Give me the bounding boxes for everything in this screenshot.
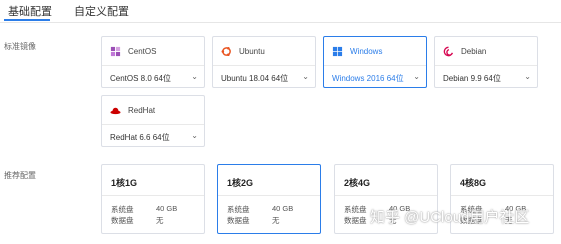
chevron-down-icon[interactable]: ⌄: [413, 72, 420, 81]
watermark: 知乎 @UCloud用户社区: [370, 209, 530, 226]
system-disk-label: 系统盘: [344, 205, 367, 214]
divider: [435, 65, 537, 66]
spec-title: 1核1G: [111, 178, 138, 188]
spec-card-1c2g[interactable]: 1核2G 系统盘 40 GB 数据盘 无: [217, 164, 321, 234]
os-name: Ubuntu: [239, 47, 265, 56]
divider: [102, 124, 204, 125]
os-version-select[interactable]: Windows 2016 64位: [332, 73, 404, 84]
redhat-icon: [110, 107, 121, 115]
os-card-header: RedHat: [102, 96, 204, 124]
data-disk-label: 数据盘: [344, 216, 367, 225]
active-tab-indicator: [4, 19, 50, 21]
windows-icon: [332, 46, 343, 57]
os-card-header: Windows: [324, 37, 426, 65]
chevron-down-icon[interactable]: ⌄: [524, 72, 531, 81]
chevron-down-icon[interactable]: ⌄: [191, 72, 198, 81]
divider: [218, 195, 320, 196]
os-version-select[interactable]: Ubuntu 18.04 64位: [221, 73, 288, 84]
os-version-select[interactable]: CentOS 8.0 64位: [110, 73, 171, 84]
data-disk-label: 数据盘: [111, 216, 134, 225]
divider: [213, 65, 315, 66]
divider: [324, 65, 426, 66]
divider: [102, 65, 204, 66]
os-version-select[interactable]: Debian 9.9 64位: [443, 73, 501, 84]
os-card-debian[interactable]: Debian Debian 9.9 64位 ⌄: [434, 36, 538, 88]
system-disk-label: 系统盘: [111, 205, 134, 214]
config-tabs: 基础配置 自定义配置: [0, 0, 561, 23]
os-card-header: CentOS: [102, 37, 204, 65]
data-disk-value: 无: [272, 216, 280, 225]
spec-card-1c1g[interactable]: 1核1G 系统盘 40 GB 数据盘 无: [101, 164, 205, 234]
spec-section-label: 推荐配置: [4, 171, 36, 180]
system-disk-label: 系统盘: [227, 205, 250, 214]
chevron-down-icon[interactable]: ⌄: [191, 131, 198, 140]
chevron-down-icon[interactable]: ⌄: [302, 72, 309, 81]
os-card-redhat[interactable]: RedHat RedHat 6.6 64位 ⌄: [101, 95, 205, 147]
tab-basic-config[interactable]: 基础配置: [8, 3, 52, 19]
os-card-centos[interactable]: CentOS CentOS 8.0 64位 ⌄: [101, 36, 205, 88]
os-name: CentOS: [128, 47, 157, 56]
os-card-header: Debian: [435, 37, 537, 65]
data-disk-value: 无: [156, 216, 164, 225]
ubuntu-icon: [221, 47, 231, 56]
debian-icon: [443, 46, 454, 57]
divider: [335, 195, 437, 196]
image-section-label: 标准镜像: [4, 42, 36, 51]
system-disk-value: 40 GB: [272, 204, 294, 213]
os-version-select[interactable]: RedHat 6.6 64位: [110, 132, 170, 143]
centos-icon: [110, 46, 121, 57]
os-name: Windows: [350, 47, 383, 56]
tab-custom-config[interactable]: 自定义配置: [74, 3, 129, 19]
divider: [451, 195, 553, 196]
os-card-header: Ubuntu: [213, 37, 315, 65]
os-card-ubuntu[interactable]: Ubuntu Ubuntu 18.04 64位 ⌄: [212, 36, 316, 88]
os-name: RedHat: [128, 106, 156, 115]
divider: [102, 195, 204, 196]
spec-title: 1核2G: [227, 178, 254, 188]
data-disk-label: 数据盘: [227, 216, 250, 225]
os-name: Debian: [461, 47, 487, 56]
os-card-windows[interactable]: Windows Windows 2016 64位 ⌄: [323, 36, 427, 88]
spec-title: 2核4G: [344, 178, 371, 188]
spec-title: 4核8G: [460, 178, 487, 188]
system-disk-value: 40 GB: [156, 204, 178, 213]
